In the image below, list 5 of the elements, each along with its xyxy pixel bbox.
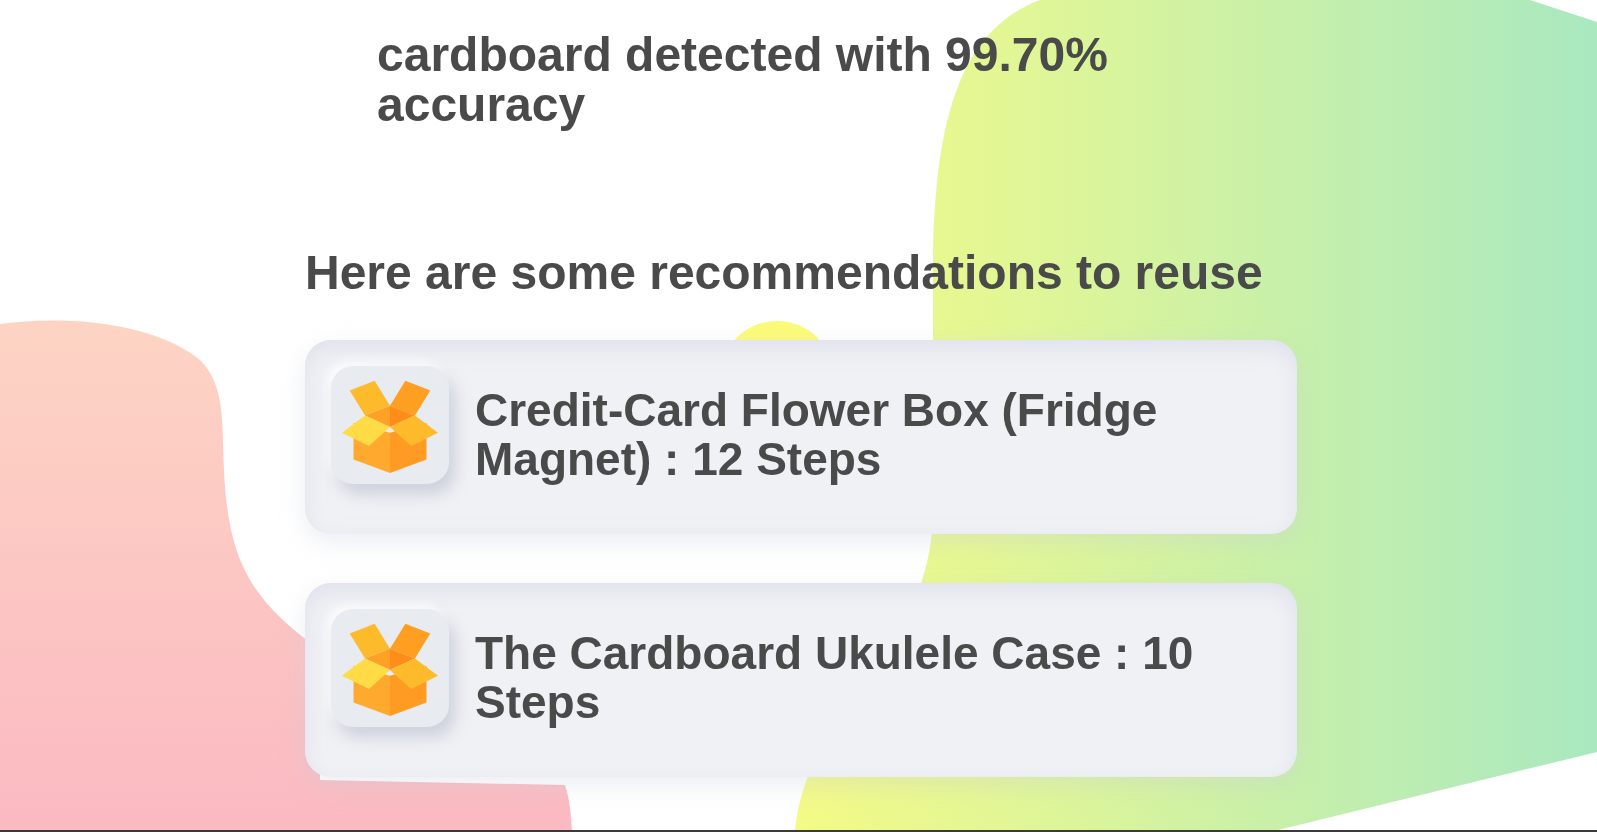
open-box-icon (331, 366, 449, 484)
recommendation-title: Credit-Card Flower Box (Fridge Magnet) : 12 Steps (475, 386, 1159, 484)
open-box-icon (331, 609, 449, 727)
recommendation-card[interactable]: The Cardboard Ukulele Case : 10 Steps (305, 583, 1297, 777)
recommendation-title: The Cardboard Ukulele Case : 10 Steps (475, 629, 1195, 727)
